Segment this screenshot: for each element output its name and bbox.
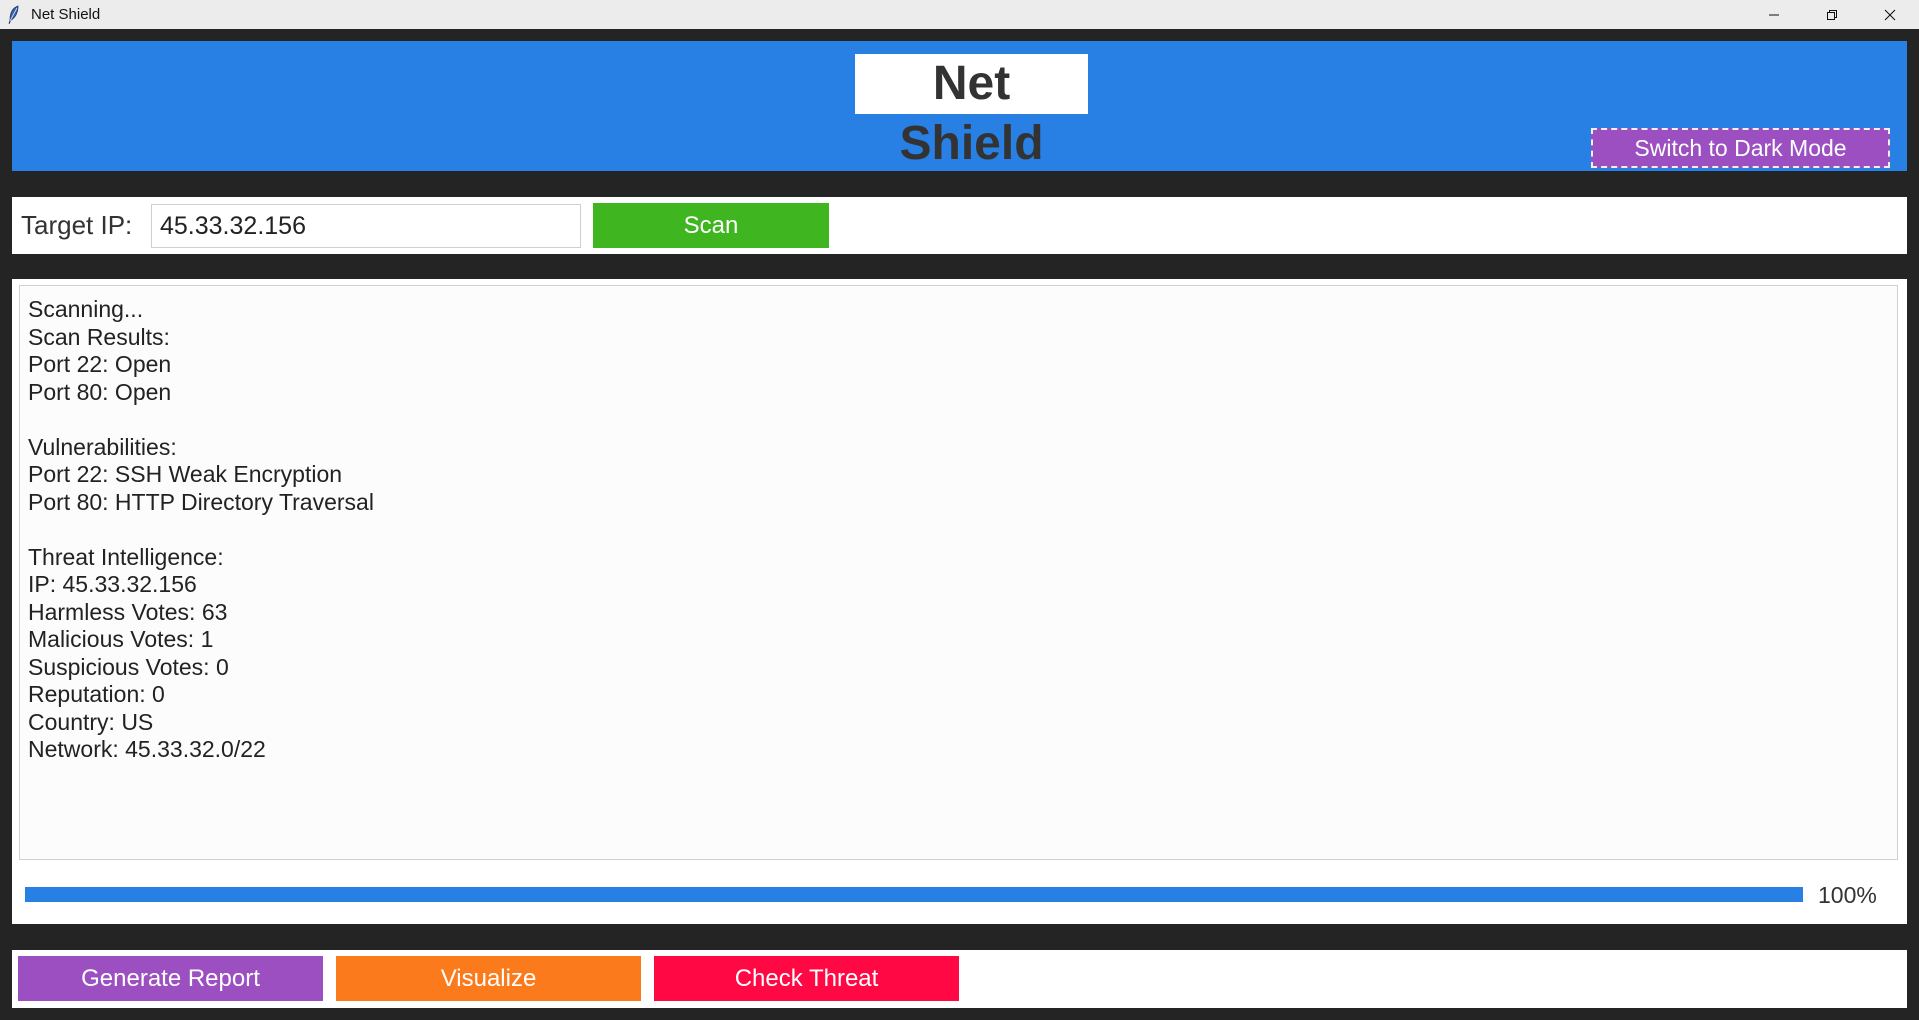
restore-icon xyxy=(1827,9,1837,20)
window-controls xyxy=(1745,0,1919,29)
result-line: Malicious Votes: 1 xyxy=(28,626,214,652)
minimize-button[interactable] xyxy=(1745,0,1803,29)
action-bar: Generate Report Visualize Check Threat xyxy=(12,950,1907,1008)
result-line: Port 22: SSH Weak Encryption xyxy=(28,461,343,487)
results-panel: Scanning... Scan Results: Port 22: Open … xyxy=(12,279,1907,924)
result-line: Port 22: Open xyxy=(28,351,172,377)
generate-report-button[interactable]: Generate Report xyxy=(18,956,323,1001)
window-titlebar: Net Shield xyxy=(0,0,1919,29)
result-line: Threat Intelligence: xyxy=(28,543,224,570)
visualize-button[interactable]: Visualize xyxy=(336,956,641,1001)
result-line: Port 80: HTTP Directory Traversal xyxy=(28,488,374,515)
progress-fill xyxy=(25,887,1803,902)
restore-button[interactable] xyxy=(1803,0,1861,29)
minimize-icon xyxy=(1769,14,1779,15)
result-line: Reputation: 0 xyxy=(28,681,165,707)
result-line: Harmless Votes: 63 xyxy=(28,598,228,625)
app-title: Net Shield xyxy=(855,54,1088,170)
result-line: Suspicious Votes: 0 xyxy=(28,653,229,680)
close-button[interactable] xyxy=(1861,0,1919,29)
check-threat-button[interactable]: Check Threat xyxy=(654,956,959,1001)
target-ip-label: Target IP: xyxy=(21,210,133,240)
scan-button[interactable]: Scan xyxy=(593,203,829,248)
progress-percent-label: 100% xyxy=(1818,882,1877,908)
result-line: Port 80: Open xyxy=(28,378,172,405)
result-line xyxy=(28,516,1897,544)
scan-results-textbox[interactable]: Scanning... Scan Results: Port 22: Open … xyxy=(19,285,1898,860)
result-line: Scanning... xyxy=(28,296,144,322)
feather-icon xyxy=(3,4,25,26)
header-banner: Net Shield Switch to Dark Mode xyxy=(12,41,1907,171)
dark-mode-toggle-button[interactable]: Switch to Dark Mode xyxy=(1591,128,1890,168)
result-line: Network: 45.33.32.0/22 xyxy=(28,736,266,762)
target-ip-input[interactable]: 45.33.32.156 xyxy=(151,204,581,248)
result-line: Scan Results: xyxy=(28,323,170,350)
result-line: Vulnerabilities: xyxy=(28,433,177,460)
result-line: Country: US xyxy=(28,708,154,735)
window-title: Net Shield xyxy=(31,6,101,23)
target-ip-bar: Target IP: 45.33.32.156 Scan xyxy=(12,197,1907,254)
scan-progress-bar xyxy=(25,887,1803,902)
close-icon xyxy=(1884,9,1896,20)
result-line: IP: 45.33.32.156 xyxy=(28,571,197,597)
result-line xyxy=(28,406,1897,434)
